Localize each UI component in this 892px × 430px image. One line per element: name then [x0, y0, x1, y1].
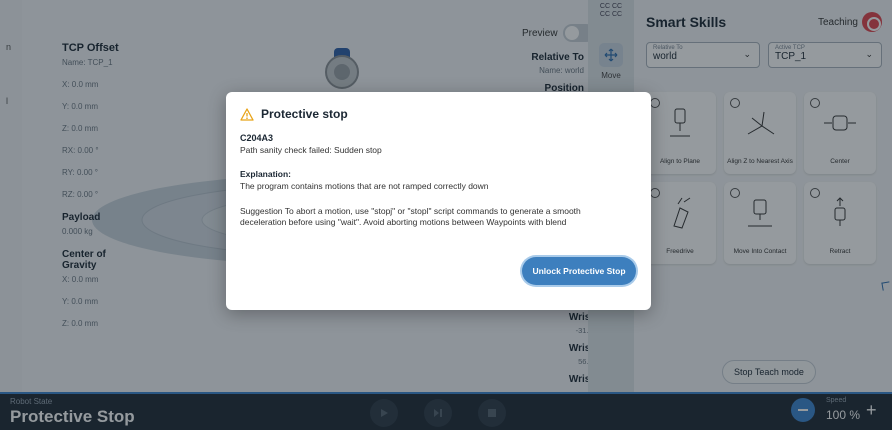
unlock-protective-stop-button[interactable]: Unlock Protective Stop	[522, 257, 636, 285]
explanation-text: The program contains motions that are no…	[240, 181, 489, 191]
suggestion-text: Suggestion To abort a motion, use "stopj…	[240, 206, 581, 227]
protective-stop-dialog: Protective stop C204A3 Path sanity check…	[226, 92, 651, 310]
explanation-heading: Explanation:	[240, 169, 292, 179]
error-code: C204A3	[240, 133, 274, 143]
warning-icon	[240, 107, 254, 121]
dialog-title: Protective stop	[261, 107, 348, 121]
error-message: Path sanity check failed: Sudden stop	[240, 145, 382, 155]
